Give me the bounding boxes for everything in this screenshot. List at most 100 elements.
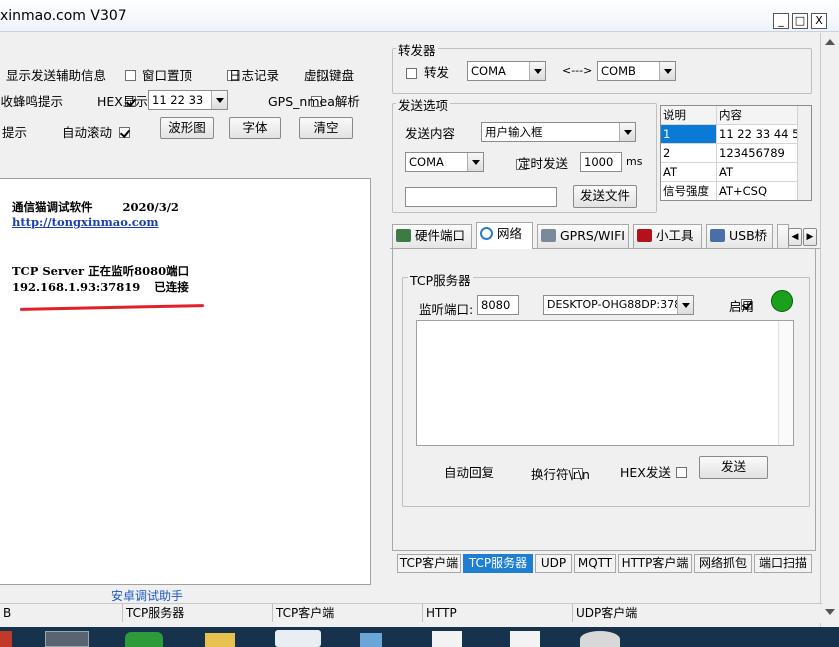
cell-content: 11 22 33 44 55	[716, 125, 797, 143]
maximize-button[interactable]: □	[792, 13, 808, 29]
command-table[interactable]: 说明 内容 1 11 22 33 44 55 2 123456789 AT AT…	[660, 105, 812, 201]
status-cell: TCP服务器	[122, 604, 272, 622]
globe-icon	[480, 227, 493, 240]
software-date: 2020/3/2	[122, 200, 179, 214]
receive-options: 显示发送辅助信息 窗口置顶 日志记录 虚拟键盘 接收蜂鸣提示 HEX显示 11 …	[0, 33, 380, 178]
send-port-text: COMA	[409, 155, 444, 169]
chevron-down-icon[interactable]	[619, 123, 635, 141]
tab-network[interactable]: 网络	[476, 222, 533, 249]
shield-icon[interactable]	[125, 632, 163, 647]
red-underline-annotation	[19, 304, 205, 311]
send-file-button[interactable]: 发送文件	[573, 185, 637, 208]
server-status-indicator	[771, 290, 793, 312]
font-button[interactable]: 字体	[229, 117, 281, 139]
tcp-send-button[interactable]: 发送	[699, 456, 768, 479]
app-icon[interactable]	[360, 633, 382, 647]
tab-tcp-server[interactable]: TCP服务器	[463, 554, 533, 573]
tab-hardware-port[interactable]: 硬件端口	[392, 224, 472, 248]
window-top-checkbox[interactable]	[125, 70, 136, 81]
client-select-combo[interactable]: DESKTOP-OHG88DP:3781	[543, 295, 694, 315]
log-label: 日志记录	[229, 68, 280, 83]
minimize-button[interactable]: _	[773, 13, 789, 29]
scroll-up-icon[interactable]	[825, 39, 835, 45]
hex-send-checkbox[interactable]	[676, 467, 688, 478]
cell-desc: AT	[663, 165, 677, 179]
listen-port-input[interactable]: 8080	[477, 295, 519, 315]
document-icon[interactable]	[510, 631, 540, 647]
tab-scroll-right-button[interactable]: ▶	[803, 228, 817, 246]
send-content-combo[interactable]: 用户输入框	[481, 122, 636, 142]
antenna-icon	[541, 229, 556, 242]
tab-label: 硬件端口	[415, 228, 466, 243]
window-title: xinmao.com V307	[0, 8, 127, 24]
window-scrollbar[interactable]	[820, 33, 839, 627]
forward-checkbox[interactable]	[406, 68, 417, 79]
chevron-down-icon[interactable]	[211, 91, 227, 109]
app-icon[interactable]	[0, 631, 12, 647]
autoscroll-label: 自动滚动	[62, 125, 113, 140]
tab-usb-bridge[interactable]: USB桥	[706, 224, 773, 248]
tab-tcp-client[interactable]: TCP客户端	[397, 554, 461, 573]
clear-button[interactable]: 清空	[299, 117, 353, 139]
folder-icon[interactable]	[205, 633, 235, 647]
receive-output[interactable]: 通信猫调试软件 2020/3/2 http://tongxinmao.com TC…	[0, 178, 371, 585]
table-row[interactable]: 1 11 22 33 44 55	[661, 125, 797, 144]
chevron-down-icon[interactable]	[529, 62, 545, 80]
tab-gprs-wifi[interactable]: GPRS/WIFI	[537, 224, 629, 248]
textarea-scrollbar[interactable]	[778, 321, 793, 445]
window-top-label: 窗口置顶	[142, 68, 193, 83]
tab-mqtt[interactable]: MQTT	[574, 554, 616, 573]
waveform-button[interactable]: 波形图	[160, 117, 214, 139]
output-line-3: TCP Server 正在监听8080端口	[12, 264, 190, 278]
cell-desc: 1	[663, 127, 671, 141]
table-header: 说明 内容	[661, 106, 797, 125]
scroll-down-icon[interactable]	[825, 609, 835, 615]
tcp-send-textarea[interactable]	[416, 320, 794, 446]
table-row[interactable]: 2 123456789	[661, 144, 797, 163]
tab-packet-capture[interactable]: 网络抓包	[694, 554, 752, 573]
android-helper-link[interactable]: 安卓调试助手	[111, 587, 183, 604]
document-icon[interactable]	[432, 631, 462, 647]
tab-scroll-left-button[interactable]: ◀	[788, 228, 802, 246]
tab-http-client[interactable]: HTTP客户端	[618, 554, 692, 573]
chevron-down-icon[interactable]	[659, 62, 675, 80]
send-content-text: 用户输入框	[485, 125, 543, 139]
hex-value-combo[interactable]: 11 22 33	[148, 90, 228, 110]
enable-server-label: 启用	[729, 299, 755, 314]
status-cell: TCP客户端	[272, 604, 422, 622]
tab-tools[interactable]: 小工具	[633, 224, 702, 248]
cell-desc: 信号强度	[663, 184, 709, 198]
chevron-down-icon[interactable]	[677, 296, 693, 314]
timed-send-label: 定时发送	[518, 156, 569, 171]
chevron-down-icon[interactable]	[467, 153, 483, 171]
app-icon[interactable]	[580, 631, 620, 647]
table-row[interactable]: AT AT	[661, 163, 797, 182]
output-line-1: 通信猫调试软件 2020/3/2	[12, 199, 179, 215]
status-cell: HTTP	[422, 604, 572, 622]
forward-port-b-combo[interactable]: COMB	[597, 61, 676, 81]
forward-port-a-combo[interactable]: COMA	[467, 61, 546, 81]
send-options-title: 发送选项	[396, 95, 451, 114]
title-bar: xinmao.com V307 _ □ X	[0, 0, 839, 32]
usb-icon	[710, 229, 725, 242]
app-icon[interactable]	[45, 631, 89, 647]
autoscroll-checkbox[interactable]	[119, 127, 131, 138]
port-icon	[396, 229, 411, 242]
file-path-input[interactable]	[405, 187, 557, 207]
close-button[interactable]: X	[811, 13, 827, 29]
tab-udp[interactable]: UDP	[535, 554, 572, 573]
website-link[interactable]: http://tongxinmao.com	[12, 215, 159, 229]
table-scrollbar[interactable]	[797, 106, 811, 200]
app-icon[interactable]	[275, 630, 321, 647]
listen-port-label: 监听端口:	[419, 302, 474, 317]
newline-label: 换行符\r\n	[531, 467, 590, 482]
interval-input[interactable]: 1000	[580, 152, 622, 172]
tab-port-scan[interactable]: 端口扫描	[754, 554, 812, 573]
cell-content: AT	[716, 163, 797, 181]
status-cell: B	[3, 606, 12, 620]
table-row[interactable]: 信号强度 AT+CSQ	[661, 182, 797, 200]
taskbar	[0, 627, 839, 647]
connection-status: 已连接	[154, 280, 189, 294]
col-header-desc: 说明	[663, 108, 686, 122]
send-port-combo[interactable]: COMA	[405, 152, 484, 172]
